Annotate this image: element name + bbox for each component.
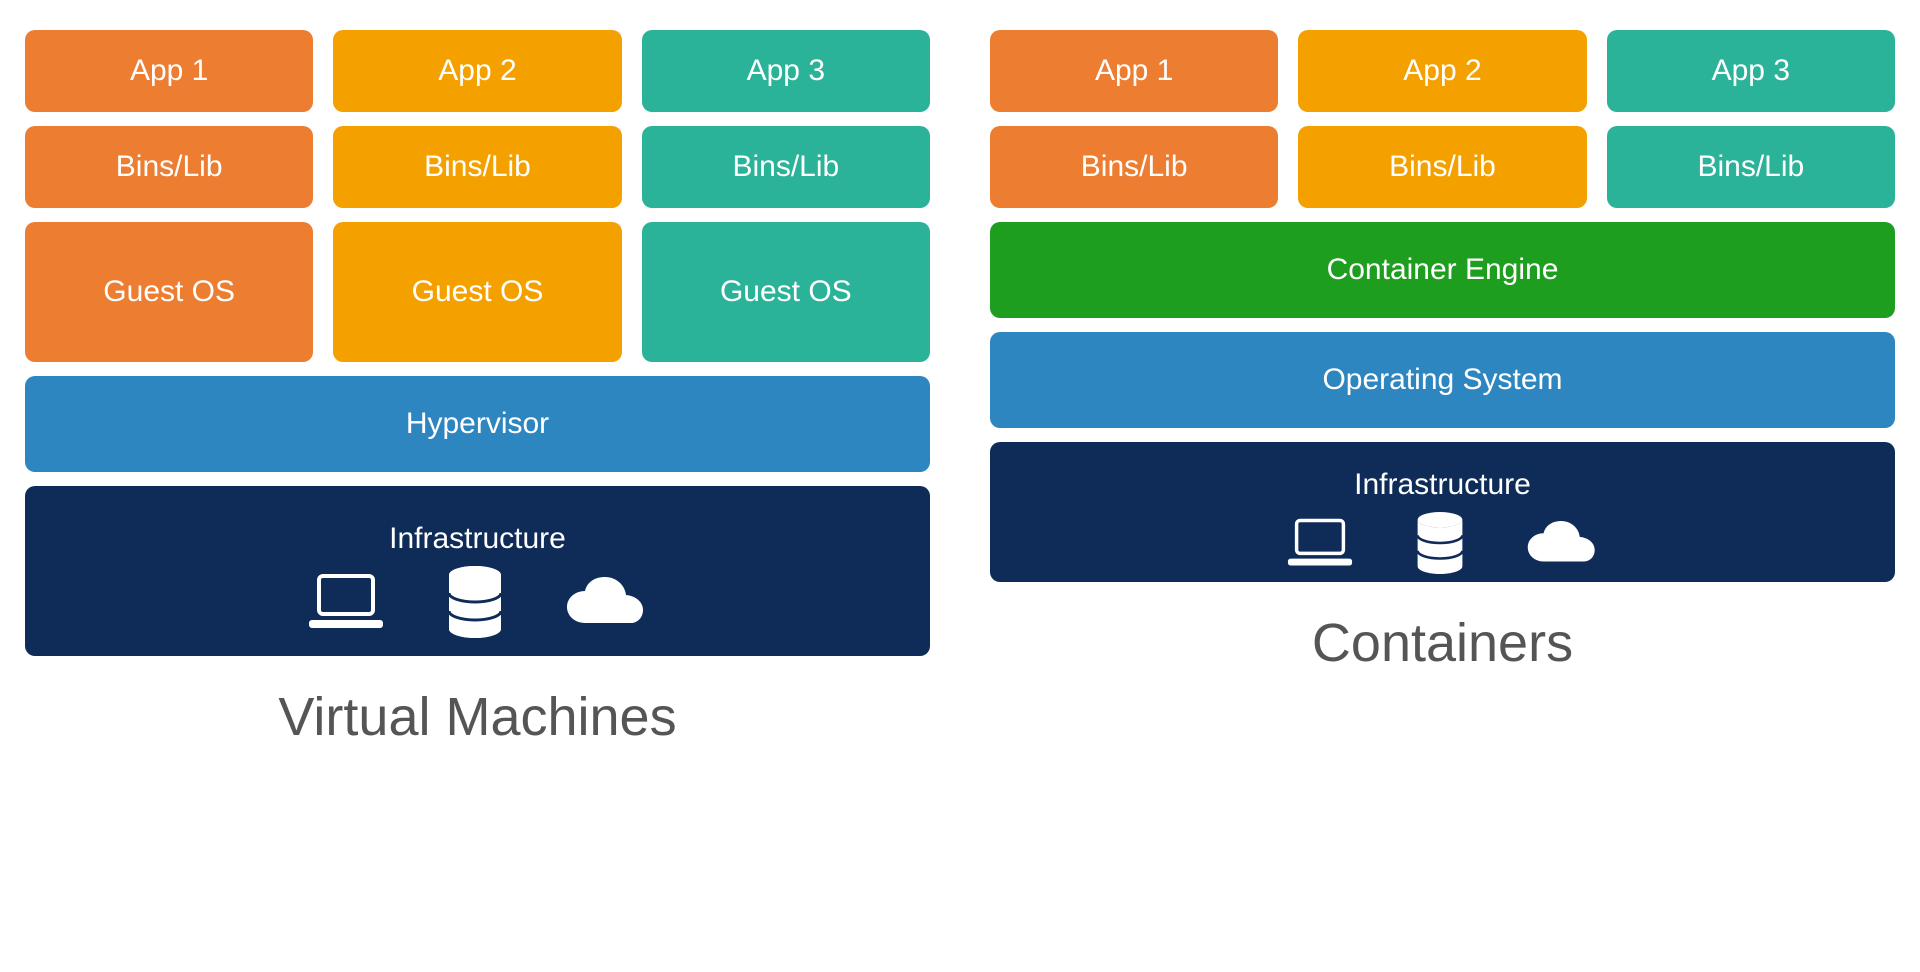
ct-infrastructure-label: Infrastructure [1354, 468, 1531, 502]
ct-bins-2: Bins/Lib [1298, 126, 1586, 208]
vm-app-2: App 2 [333, 30, 621, 112]
database-icon [445, 566, 505, 638]
ct-operating-system: Operating System [990, 332, 1895, 428]
containers-side: App 1 App 2 App 3 Bins/Lib Bins/Lib Bins… [990, 30, 1895, 748]
vm-caption: Virtual Machines [25, 686, 930, 748]
vm-bins-3: Bins/Lib [642, 126, 930, 208]
ct-apps-row: App 1 App 2 App 3 [990, 30, 1895, 112]
vm-infrastructure-label: Infrastructure [389, 522, 566, 556]
ct-bins-row: Bins/Lib Bins/Lib Bins/Lib [990, 126, 1895, 208]
vm-hypervisor: Hypervisor [25, 376, 930, 472]
containers-caption: Containers [990, 612, 1895, 674]
vm-infrastructure: Infrastructure [25, 486, 930, 656]
ct-bins-1: Bins/Lib [990, 126, 1278, 208]
vm-apps-row: App 1 App 2 App 3 [25, 30, 930, 112]
vm-stack: App 1 App 2 App 3 Bins/Lib Bins/Lib Bins… [25, 30, 930, 656]
ct-infra-icons [1286, 512, 1600, 574]
cloud-icon [565, 575, 649, 629]
vm-vs-containers-diagram: App 1 App 2 App 3 Bins/Lib Bins/Lib Bins… [25, 30, 1895, 748]
laptop-icon [307, 572, 385, 632]
cloud-icon [1526, 519, 1600, 567]
ct-bins-3: Bins/Lib [1607, 126, 1895, 208]
vm-guestos-row: Guest OS Guest OS Guest OS [25, 222, 930, 362]
vm-guestos-1: Guest OS [25, 222, 313, 362]
database-icon [1414, 512, 1466, 574]
container-engine: Container Engine [990, 222, 1895, 318]
vm-guestos-2: Guest OS [333, 222, 621, 362]
containers-stack: App 1 App 2 App 3 Bins/Lib Bins/Lib Bins… [990, 30, 1895, 582]
vm-infra-icons [307, 566, 649, 638]
ct-app-2: App 2 [1298, 30, 1586, 112]
vm-bins-2: Bins/Lib [333, 126, 621, 208]
vm-side: App 1 App 2 App 3 Bins/Lib Bins/Lib Bins… [25, 30, 930, 748]
ct-app-1: App 1 [990, 30, 1278, 112]
vm-app-3: App 3 [642, 30, 930, 112]
ct-infrastructure: Infrastructure [990, 442, 1895, 582]
vm-bins-1: Bins/Lib [25, 126, 313, 208]
vm-guestos-3: Guest OS [642, 222, 930, 362]
laptop-icon [1286, 517, 1354, 569]
ct-app-3: App 3 [1607, 30, 1895, 112]
vm-bins-row: Bins/Lib Bins/Lib Bins/Lib [25, 126, 930, 208]
vm-app-1: App 1 [25, 30, 313, 112]
